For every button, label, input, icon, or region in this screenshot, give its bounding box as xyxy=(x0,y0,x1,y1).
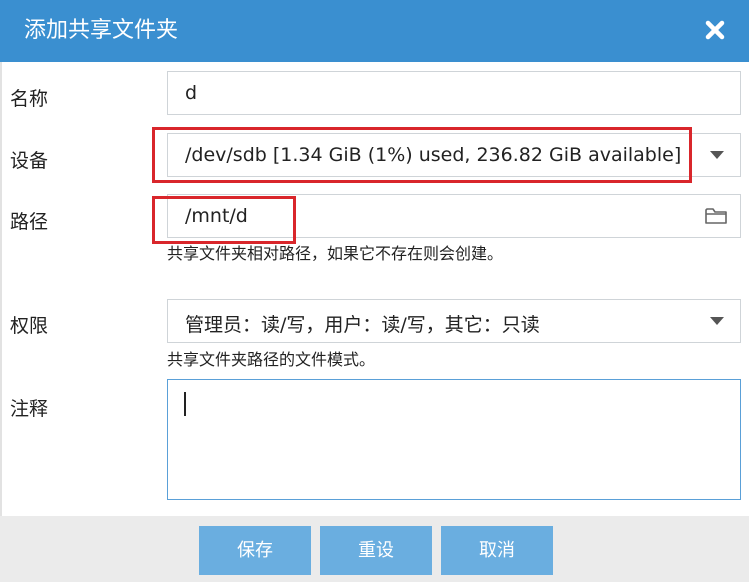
name-input[interactable]: d xyxy=(167,71,741,115)
folder-icon[interactable] xyxy=(704,206,728,230)
path-highlight-box xyxy=(152,196,296,244)
reset-button[interactable]: 重设 xyxy=(320,526,432,575)
dialog-title-bar: 添加共享文件夹 xyxy=(0,0,749,62)
permissions-select-value: 管理员：读/写，用户：读/写，其它：只读 xyxy=(185,314,540,336)
name-input-value: d xyxy=(185,82,198,104)
permissions-label: 权限 xyxy=(10,315,49,337)
save-button[interactable]: 保存 xyxy=(199,526,311,575)
permissions-select[interactable]: 管理员：读/写，用户：读/写，其它：只读 xyxy=(167,299,741,343)
permissions-hint: 共享文件夹路径的文件模式。 xyxy=(167,350,376,369)
name-label: 名称 xyxy=(10,88,49,110)
device-highlight-box xyxy=(152,127,692,183)
text-cursor xyxy=(184,392,186,416)
device-label: 设备 xyxy=(10,150,49,172)
chevron-down-icon[interactable] xyxy=(710,151,724,159)
comment-textarea[interactable] xyxy=(167,379,741,500)
add-shared-folder-dialog: 添加共享文件夹 名称 d 设备 /dev/sdb [1.34 GiB (1%) … xyxy=(0,0,749,582)
chevron-down-icon[interactable] xyxy=(710,317,724,325)
dialog-footer: 保存 重设 取消 xyxy=(0,516,749,582)
dialog-title: 添加共享文件夹 xyxy=(24,18,179,43)
path-hint: 共享文件夹相对路径，如果它不存在则会创建。 xyxy=(167,244,504,263)
comment-label: 注释 xyxy=(10,398,49,420)
cancel-button[interactable]: 取消 xyxy=(441,526,553,575)
path-label: 路径 xyxy=(10,211,49,233)
close-icon[interactable] xyxy=(702,17,728,43)
